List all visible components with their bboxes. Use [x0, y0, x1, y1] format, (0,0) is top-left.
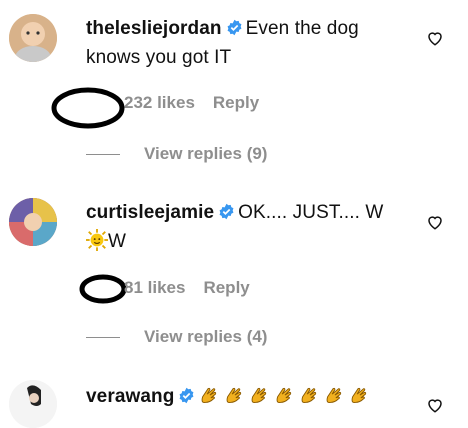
avatar[interactable]	[9, 14, 57, 62]
heart-icon[interactable]	[426, 396, 444, 414]
clap-emoji-row	[198, 386, 373, 407]
comment-text: thelesliejordan Even the dog knows you go…	[86, 14, 406, 72]
divider-line	[86, 154, 120, 156]
clap-emoji-icon	[227, 387, 242, 403]
clap-emoji-icon	[327, 387, 342, 403]
view-replies-label: View replies (9)	[144, 144, 268, 163]
redaction-scribble	[79, 274, 127, 304]
divider-line	[86, 337, 120, 339]
heart-icon[interactable]	[426, 213, 444, 231]
comment-meta: 81 likes Reply	[124, 278, 250, 298]
verified-badge-icon	[219, 203, 234, 220]
likes-count[interactable]: 232 likes	[124, 93, 195, 112]
comment-text: verawang	[86, 382, 406, 411]
comment-meta: 232 likes Reply	[124, 93, 259, 113]
view-replies-button[interactable]: View replies (4)	[86, 327, 267, 347]
clap-emoji-icon	[352, 387, 367, 403]
view-replies-label: View replies (4)	[144, 327, 268, 346]
comment-line2: W	[108, 231, 127, 252]
username[interactable]: thelesliejordan	[86, 18, 222, 39]
view-replies-button[interactable]: View replies (9)	[86, 144, 267, 164]
comment-line1: OK.... JUST.... W	[238, 202, 384, 223]
comment-line1: Even the dog	[245, 18, 359, 39]
likes-count[interactable]: 81 likes	[124, 278, 185, 297]
heart-icon[interactable]	[426, 29, 444, 47]
clap-emoji-icon	[302, 387, 317, 403]
username[interactable]: curtisleejamie	[86, 202, 214, 223]
clap-emoji-icon	[202, 387, 217, 403]
username[interactable]: verawang	[86, 386, 174, 407]
redaction-scribble	[51, 87, 125, 129]
verified-badge-icon	[180, 387, 194, 404]
reply-button[interactable]: Reply	[203, 278, 249, 297]
clap-emoji-icon	[252, 387, 267, 403]
comment-text: curtisleejamie OK.... JUST.... W W	[86, 198, 406, 256]
clap-emoji-icon	[277, 387, 292, 403]
comment-line2: knows you got IT	[86, 47, 232, 68]
avatar[interactable]	[9, 380, 57, 428]
sun-emoji-icon	[86, 229, 108, 251]
verified-badge-icon	[227, 19, 242, 36]
avatar[interactable]	[9, 198, 57, 246]
reply-button[interactable]: Reply	[213, 93, 259, 112]
